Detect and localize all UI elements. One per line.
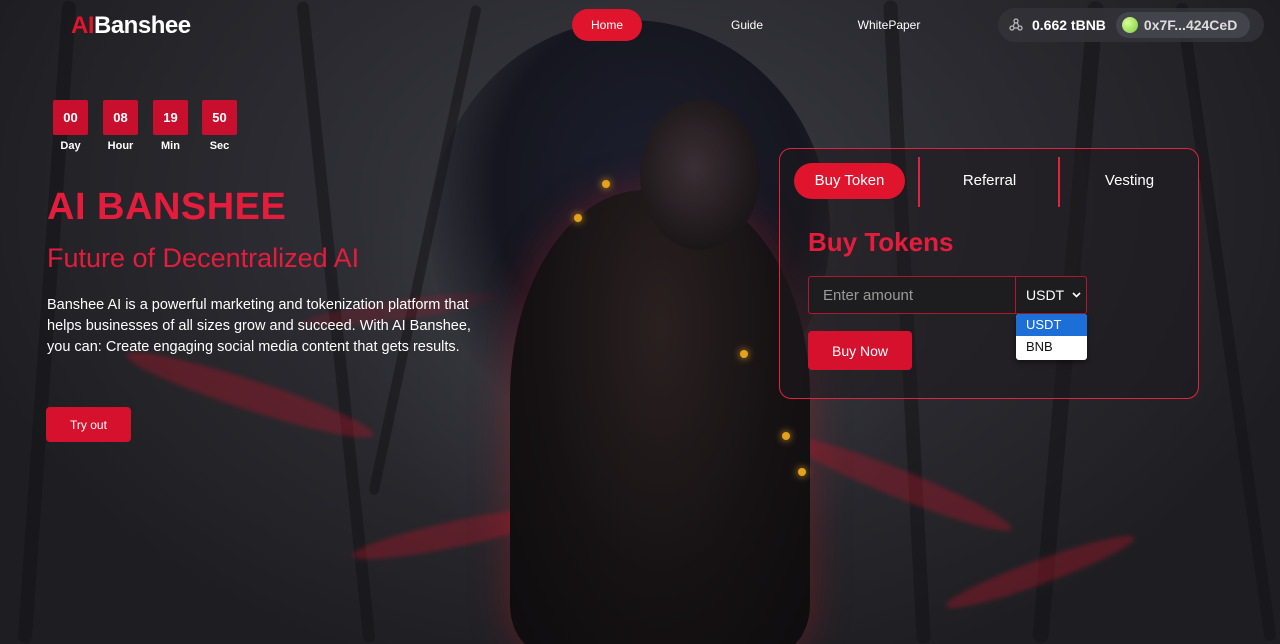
buy-now-button[interactable]: Buy Now: [808, 331, 912, 370]
countdown-hour-value: 08: [103, 100, 138, 135]
network-icon[interactable]: [1008, 17, 1024, 33]
tab-referral[interactable]: Referral: [920, 163, 1059, 199]
hero-title: AI BANSHEE: [47, 186, 287, 228]
currency-select[interactable]: USDT: [1015, 276, 1087, 314]
countdown-day-value: 00: [53, 100, 88, 135]
currency-option-bnb[interactable]: BNB: [1016, 336, 1087, 358]
wallet-balance: 0.662 tBNB: [1032, 17, 1106, 33]
countdown-hour-label: Hour: [107, 140, 134, 152]
wallet-widget[interactable]: 0.662 tBNB 0x7F...424CeD: [998, 8, 1264, 42]
logo-ai-text: AI: [71, 12, 95, 39]
countdown-sec-label: Sec: [209, 140, 230, 152]
wallet-address: 0x7F...424CeD: [1143, 17, 1238, 33]
countdown-day-label: Day: [60, 140, 81, 152]
logo-brand-text: Banshee: [94, 12, 191, 39]
buy-panel: Buy Token Referral Vesting Buy Tokens US…: [779, 148, 1199, 399]
amount-input[interactable]: [808, 276, 1016, 314]
logo[interactable]: AI Banshee: [71, 12, 191, 40]
chevron-down-icon: [1072, 289, 1081, 301]
countdown-sec-value: 50: [202, 100, 237, 135]
tab-buy-token[interactable]: Buy Token: [794, 163, 905, 199]
countdown-min-value: 19: [153, 100, 188, 135]
currency-dropdown: USDT BNB: [1016, 314, 1087, 360]
tab-vesting[interactable]: Vesting: [1060, 163, 1199, 199]
try-out-button[interactable]: Try out: [46, 407, 131, 442]
currency-option-usdt[interactable]: USDT: [1016, 314, 1087, 336]
nav-guide[interactable]: Guide: [722, 9, 772, 41]
account-avatar-icon: [1121, 17, 1138, 33]
hero-subtitle: Future of Decentralized AI: [47, 243, 360, 273]
nav-home[interactable]: Home: [572, 9, 642, 41]
countdown-min-label: Min: [161, 140, 180, 152]
nav-whitepaper[interactable]: WhitePaper: [852, 9, 926, 41]
wallet-address-button[interactable]: 0x7F...424CeD: [1115, 12, 1250, 38]
hero-description: Banshee AI is a powerful marketing and t…: [47, 297, 471, 355]
panel-title: Buy Tokens: [808, 227, 954, 257]
currency-selected: USDT: [1026, 287, 1065, 303]
